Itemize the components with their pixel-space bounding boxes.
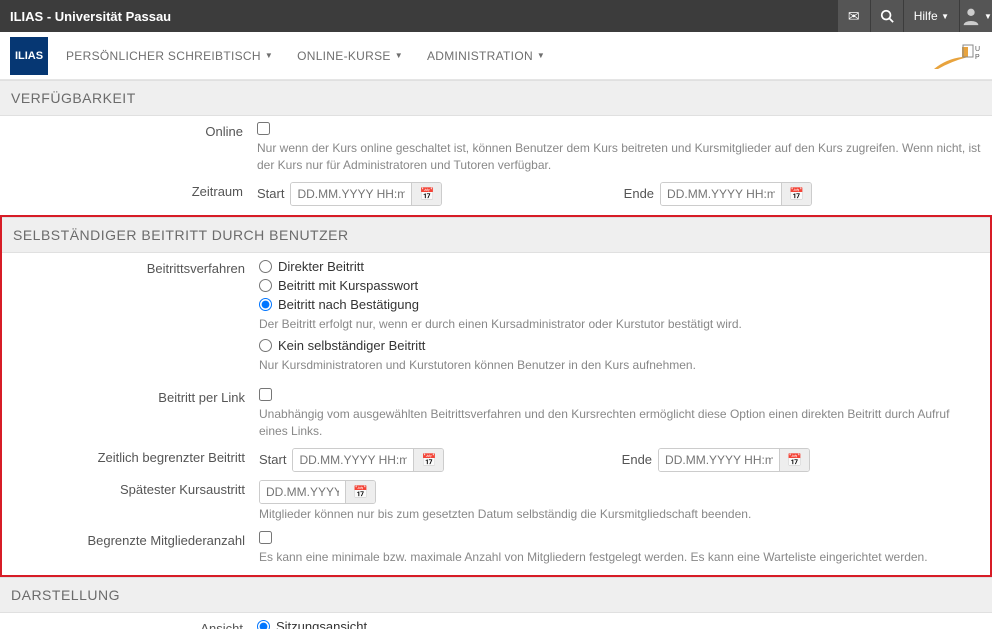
view-label: Ansicht: [10, 619, 257, 629]
link-label: Beitritt per Link: [12, 388, 259, 440]
radio-direct-label: Direkter Beitritt: [278, 259, 364, 274]
timed-start-input[interactable]: [293, 449, 413, 471]
exit-help: Mitglieder können nur bis zum gesetzten …: [259, 506, 980, 523]
ilias-logo[interactable]: ILIAS: [10, 37, 48, 75]
calendar-icon[interactable]: 📅: [411, 183, 441, 205]
calendar-icon[interactable]: 📅: [413, 449, 443, 471]
app-title: ILIAS - Universität Passau: [10, 9, 837, 24]
period-end-label: Ende: [624, 186, 654, 201]
procedure-label: Beitrittsverfahren: [12, 259, 259, 381]
period-start-label: Start: [257, 186, 284, 201]
online-help: Nur wenn der Kurs online geschaltet ist,…: [257, 140, 982, 174]
nav-personal-desktop[interactable]: PERSÖNLICHER SCHREIBTISCH▼: [66, 49, 273, 63]
radio-none-help: Nur Kursdministratoren und Kurstutoren k…: [259, 357, 980, 374]
section-registration-header: SELBSTÄNDIGER BEITRITT DURCH BENUTZER: [2, 217, 990, 253]
timed-end-label: Ende: [622, 452, 652, 467]
help-button[interactable]: Hilfe ▼: [904, 0, 959, 32]
university-logo: UP: [932, 41, 982, 71]
period-label: Zeitraum: [10, 182, 257, 206]
link-help: Unabhängig vom ausgewählten Beitrittsver…: [259, 406, 980, 440]
main-nav: ILIAS PERSÖNLICHER SCHREIBTISCH▼ ONLINE-…: [0, 32, 992, 80]
mail-icon[interactable]: ✉: [838, 0, 870, 32]
radio-direct[interactable]: [259, 260, 272, 273]
period-start-input[interactable]: [291, 183, 411, 205]
radio-sessions-view[interactable]: [257, 620, 270, 629]
limit-help: Es kann eine minimale bzw. maximale Anza…: [259, 549, 980, 566]
online-checkbox[interactable]: [257, 122, 270, 135]
radio-sessions-label: Sitzungsansicht: [276, 619, 367, 629]
radio-password-label: Beitritt mit Kurspasswort: [278, 278, 418, 293]
radio-confirm-label: Beitritt nach Bestätigung: [278, 297, 419, 312]
nav-administration[interactable]: ADMINISTRATION▼: [427, 49, 545, 63]
link-checkbox[interactable]: [259, 388, 272, 401]
radio-confirm-help: Der Beitritt erfolgt nur, wenn er durch …: [259, 316, 980, 333]
calendar-icon[interactable]: 📅: [345, 481, 375, 503]
section-availability-header: VERFÜGBARKEIT: [0, 80, 992, 116]
search-icon[interactable]: [871, 0, 903, 32]
radio-none[interactable]: [259, 339, 272, 352]
limit-checkbox[interactable]: [259, 531, 272, 544]
exit-label: Spätester Kursaustritt: [12, 480, 259, 523]
limit-label: Begrenzte Mitgliederanzahl: [12, 531, 259, 566]
period-end-input[interactable]: [661, 183, 781, 205]
radio-confirm[interactable]: [259, 298, 272, 311]
calendar-icon[interactable]: 📅: [781, 183, 811, 205]
online-label: Online: [10, 122, 257, 174]
svg-text:U: U: [975, 46, 980, 53]
exit-input[interactable]: [260, 481, 345, 503]
timed-end-input[interactable]: [659, 449, 779, 471]
radio-none-label: Kein selbständiger Beitritt: [278, 338, 425, 353]
timed-label: Zeitlich begrenzter Beitritt: [12, 448, 259, 472]
section-presentation-header: DARSTELLUNG: [0, 577, 992, 613]
calendar-icon[interactable]: 📅: [779, 449, 809, 471]
radio-password[interactable]: [259, 279, 272, 292]
user-menu[interactable]: ▼: [960, 0, 992, 32]
svg-text:P: P: [975, 54, 980, 61]
highlighted-section: SELBSTÄNDIGER BEITRITT DURCH BENUTZER Be…: [0, 215, 992, 578]
nav-online-courses[interactable]: ONLINE-KURSE▼: [297, 49, 403, 63]
top-bar: ILIAS - Universität Passau ✉ Hilfe ▼ ▼: [0, 0, 992, 32]
timed-start-label: Start: [259, 452, 286, 467]
